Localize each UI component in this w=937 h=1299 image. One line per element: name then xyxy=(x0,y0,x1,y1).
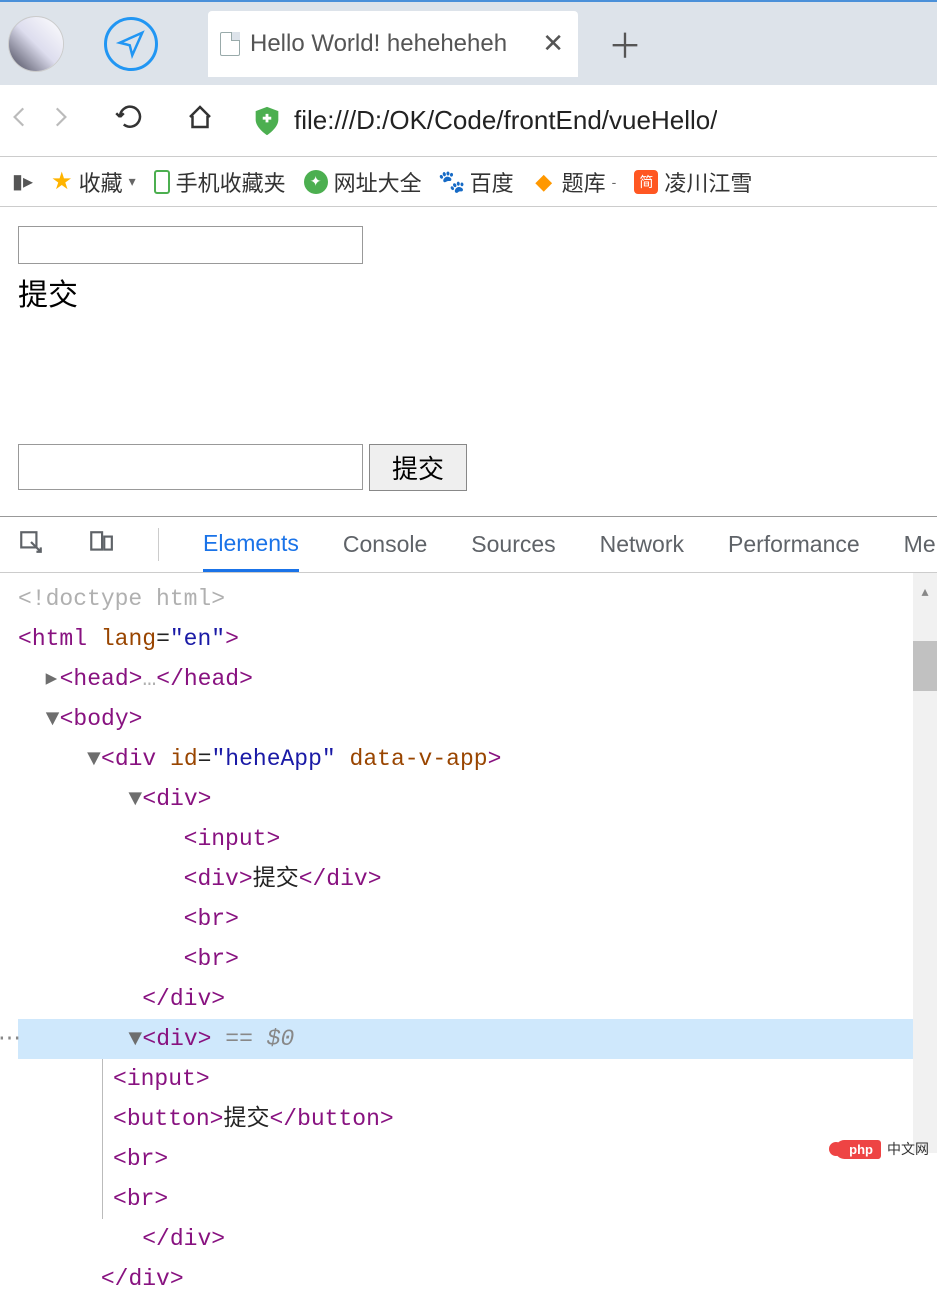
head-tag[interactable]: ▸<head>…</head> xyxy=(18,659,937,699)
tab-network[interactable]: Network xyxy=(600,531,684,558)
forward-button[interactable] xyxy=(40,104,80,137)
inner-div-1[interactable]: ▼<div> xyxy=(18,779,937,819)
baidu-bookmark[interactable]: 🐾 百度 xyxy=(440,166,514,198)
nav-360-icon: ✦ xyxy=(304,170,328,194)
inspect-element-icon[interactable] xyxy=(18,529,44,561)
tab-performance[interactable]: Performance xyxy=(728,531,860,558)
br-tag[interactable]: <br> xyxy=(113,1139,937,1179)
br-tag[interactable]: <br> xyxy=(113,1179,937,1219)
home-button[interactable] xyxy=(180,102,220,139)
lingchuan-bookmark[interactable]: 简 凌川江雪 xyxy=(634,166,752,198)
profile-avatar[interactable] xyxy=(8,16,64,72)
lingchuan-label: 凌川江雪 xyxy=(664,166,752,198)
chevron-down-icon: - xyxy=(612,174,617,190)
browser-tab-strip: Hello World! heheheheh ✕ ＋ xyxy=(0,0,937,85)
watermark: php 中文网 xyxy=(835,1139,929,1159)
scrollbar[interactable]: ▴ xyxy=(913,573,937,1153)
div-close[interactable]: </div> xyxy=(18,1259,937,1299)
back-button[interactable] xyxy=(0,104,40,137)
form-block-1: 提交 xyxy=(18,225,919,314)
tiku-bookmark[interactable]: ◆ 题库 - xyxy=(532,166,617,198)
div-close[interactable]: </div> xyxy=(18,979,937,1019)
br-tag[interactable]: <br> xyxy=(18,939,937,979)
mobile-fav-label: 手机收藏夹 xyxy=(176,166,286,198)
location-arrow-icon[interactable] xyxy=(104,17,158,71)
extension-icon[interactable]: ▮▸ xyxy=(12,169,33,195)
devtools-panel: Elements Console Sources Network Perform… xyxy=(0,517,937,1153)
chevron-down-icon: ▾ xyxy=(129,173,136,190)
tab-elements[interactable]: Elements xyxy=(203,517,299,572)
phone-icon xyxy=(154,170,170,194)
selected-div-tag[interactable]: ⋯ ▼<div> == $0 xyxy=(18,1019,937,1059)
watermark-text: 中文网 xyxy=(887,1139,929,1159)
baidu-label: 百度 xyxy=(470,166,514,198)
body-open-tag[interactable]: ▼<body> xyxy=(18,699,937,739)
file-icon xyxy=(220,32,240,56)
php-badge: php xyxy=(835,1140,881,1159)
tiku-icon: ◆ xyxy=(532,170,556,194)
device-toolbar-icon[interactable] xyxy=(88,529,114,561)
input-tag-1[interactable]: <input> xyxy=(18,819,937,859)
close-tab-icon[interactable]: ✕ xyxy=(542,28,564,59)
form-block-2: 提交 xyxy=(18,444,919,491)
div-close[interactable]: </div> xyxy=(18,1219,937,1259)
mobile-favorites[interactable]: 手机收藏夹 xyxy=(154,166,286,198)
reload-button[interactable] xyxy=(110,102,150,139)
new-tab-button[interactable]: ＋ xyxy=(608,19,642,68)
shield-icon xyxy=(250,104,284,138)
page-viewport: 提交 提交 xyxy=(0,207,937,517)
html-open-tag[interactable]: <html lang="en"> xyxy=(18,619,937,659)
url-text: file:///D:/OK/Code/frontEnd/vueHello/ xyxy=(294,105,717,136)
br-tag[interactable]: <br> xyxy=(18,899,937,939)
tab-memory[interactable]: Mem xyxy=(904,531,937,558)
selected-children: <input> <button>提交</button> <br> <br> xyxy=(102,1059,937,1219)
devtools-tabs: Elements Console Sources Network Perform… xyxy=(0,517,937,573)
dom-tree[interactable]: ▴ <!doctype html> <html lang="en"> ▸<hea… xyxy=(0,573,937,1153)
button-tag[interactable]: <button>提交</button> xyxy=(113,1099,937,1139)
submit-div-tag[interactable]: <div>提交</div> xyxy=(18,859,937,899)
input-tag-2[interactable]: <input> xyxy=(113,1059,937,1099)
browser-tab[interactable]: Hello World! heheheheh ✕ xyxy=(208,11,578,77)
scrollbar-thumb[interactable] xyxy=(913,641,937,691)
address-bar[interactable]: file:///D:/OK/Code/frontEnd/vueHello/ xyxy=(250,96,937,146)
jian-icon: 简 xyxy=(634,170,658,194)
bookmarks-bar: ▮▸ ★ 收藏 ▾ 手机收藏夹 ✦ 网址大全 🐾 百度 ◆ 题库 - 简 凌川江… xyxy=(0,157,937,207)
favorites-button[interactable]: ★ 收藏 ▾ xyxy=(51,166,136,198)
address-bar-row: file:///D:/OK/Code/frontEnd/vueHello/ xyxy=(0,85,937,157)
favorites-label: 收藏 xyxy=(79,166,123,198)
star-icon: ★ xyxy=(51,167,73,196)
text-input-1[interactable] xyxy=(18,226,363,264)
submit-text: 提交 xyxy=(18,270,919,314)
submit-button[interactable]: 提交 xyxy=(369,444,467,491)
text-input-2[interactable] xyxy=(18,444,363,490)
site-navigation[interactable]: ✦ 网址大全 xyxy=(304,166,422,198)
tiku-label: 题库 xyxy=(562,166,606,198)
tab-title: Hello World! heheheheh xyxy=(250,30,532,58)
app-div-tag[interactable]: ▼<div id="heheApp" data-v-app> xyxy=(18,739,937,779)
doctype-line: <!doctype html> xyxy=(18,586,225,612)
site-nav-label: 网址大全 xyxy=(334,166,422,198)
tab-sources[interactable]: Sources xyxy=(471,531,555,558)
tab-console[interactable]: Console xyxy=(343,531,427,558)
paw-icon: 🐾 xyxy=(440,170,464,194)
